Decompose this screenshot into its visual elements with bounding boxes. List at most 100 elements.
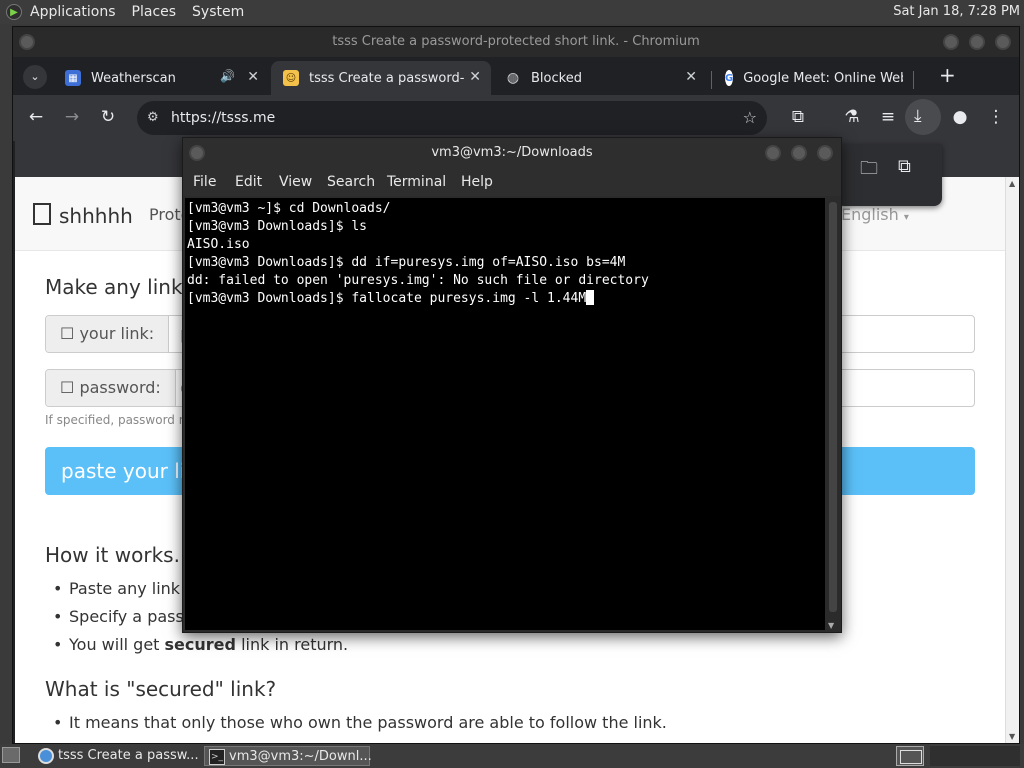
places-menu[interactable]: Places [124, 4, 185, 20]
menu-file[interactable]: File [193, 174, 216, 190]
taskbar-item-terminal[interactable]: >_ vm3@vm3:~/Downl... [204, 746, 372, 766]
media-queue-icon[interactable]: ≡ [877, 107, 899, 127]
tab-search-chevron-icon[interactable]: ⌄ [23, 65, 47, 89]
address-bar[interactable]: ⚙ https://tsss.me ☆ [137, 101, 767, 135]
terminal-close-button[interactable] [817, 145, 833, 161]
how-heading: How it works. [45, 543, 180, 567]
how-item: You will get secured link in return. [53, 635, 348, 654]
browser-toolbar: ← → ↻ ⚙ https://tsss.me ☆ ⧉ ⚗ ≡ ⤓ ● ⋮ [13, 95, 1019, 141]
menu-terminal[interactable]: Terminal [387, 174, 446, 190]
terminal-scroll-thumb[interactable] [829, 202, 837, 612]
terminal-minimize-button[interactable] [765, 145, 781, 161]
how-item-bold: secured [164, 635, 236, 654]
terminal-line: AISO.iso [187, 237, 250, 252]
forward-arrow-icon[interactable]: → [61, 107, 83, 127]
menu-help[interactable]: Help [461, 174, 493, 190]
extensions-puzzle-icon[interactable]: ⧉ [787, 107, 809, 127]
scroll-down-icon[interactable]: ▼ [1009, 732, 1015, 741]
terminal-line: [vm3@vm3 Downloads]$ ls [187, 219, 368, 234]
menu-edit[interactable]: Edit [235, 174, 262, 190]
tab-label: Blocked [531, 70, 582, 86]
terminal-window-menu-button[interactable] [189, 145, 205, 161]
how-item: Paste any link [53, 579, 180, 598]
terminal-line: dd: failed to open 'puresys.img': No suc… [187, 273, 649, 288]
brand-box-icon [33, 203, 51, 225]
taskbar-item-chromium[interactable]: tsss Create a passw... [34, 746, 200, 766]
tab-label: Weatherscan [91, 70, 176, 86]
workspace-area[interactable] [930, 746, 1020, 766]
password-help-text: If specified, password m [45, 413, 191, 427]
new-tab-plus-icon[interactable]: + [939, 63, 956, 87]
tsss-emoji-icon: ☺ [283, 70, 299, 86]
distro-logo-icon[interactable]: ▶ [6, 4, 22, 20]
taskbar-label: vm3@vm3:~/Downl... [229, 749, 372, 764]
tab-label: Google Meet: Online Web [743, 70, 903, 86]
google-g-icon: G [725, 70, 734, 86]
language-dropdown[interactable]: English ▾ [841, 205, 909, 224]
terminal-titlebar[interactable]: vm3@vm3:~/Downloads [183, 138, 841, 168]
tab-close-icon[interactable]: ✕ [685, 69, 697, 85]
labs-flask-icon[interactable]: ⚗ [841, 107, 863, 127]
how-item: Specify a pass [53, 607, 184, 626]
link-addon-label: your link: [79, 324, 155, 343]
profile-avatar-icon[interactable]: ● [949, 107, 971, 127]
link-addon-icon: ☐ [60, 324, 75, 343]
tab-blocked[interactable]: ◍ Blocked ✕ [493, 61, 707, 95]
scroll-up-icon[interactable]: ▲ [1009, 179, 1015, 188]
panel-clock[interactable]: Sat Jan 18, 7:28 PM [893, 0, 1020, 24]
tab-label: tsss Create a password-p [309, 70, 473, 86]
taskbar-label: tsss Create a passw... [58, 748, 199, 763]
tab-close-icon[interactable]: ✕ [465, 69, 481, 85]
terminal-line: [vm3@vm3 Downloads]$ dd if=puresys.img o… [187, 255, 626, 270]
how-item-text: You will get [69, 635, 165, 654]
back-arrow-icon[interactable]: ← [25, 107, 47, 127]
caret-down-icon: ▾ [903, 212, 909, 223]
chromium-icon [38, 748, 54, 764]
terminal-scrollbar[interactable]: ▼ [827, 198, 839, 630]
minimize-button[interactable] [943, 34, 959, 50]
terminal-maximize-button[interactable] [791, 145, 807, 161]
window-titlebar[interactable]: tsss Create a password-protected short l… [13, 27, 1019, 57]
terminal-output[interactable]: [vm3@vm3 ~]$ cd Downloads/ [vm3@vm3 Downl… [185, 198, 825, 630]
download-button[interactable]: ⤓ [905, 99, 941, 135]
weatherscan-icon: ▦ [65, 70, 81, 86]
scroll-down-icon[interactable]: ▼ [828, 621, 834, 630]
page-heading: Make any link a [45, 275, 202, 299]
menu-search[interactable]: Search [327, 174, 375, 190]
terminal-title: vm3@vm3:~/Downloads [431, 145, 593, 160]
site-info-icon[interactable]: ⚙ [147, 101, 159, 135]
applications-menu[interactable]: Applications [22, 4, 124, 20]
bottom-panel: tsss Create a passw... >_ vm3@vm3:~/Down… [0, 744, 1024, 768]
tab-audio-icon[interactable]: 🔊 [220, 69, 235, 83]
terminal-line: [vm3@vm3 ~]$ cd Downloads/ [187, 201, 391, 216]
brand-text: shhhhh [59, 204, 133, 228]
url-text: https://tsss.me [171, 110, 276, 126]
tab-strip: ⌄ ▦ Weatherscan 🔊 ✕ ☺ tsss Create a pass… [13, 57, 1019, 95]
show-desktop-icon[interactable] [2, 747, 20, 763]
tab-weatherscan[interactable]: ▦ Weatherscan 🔊 ✕ [53, 61, 269, 95]
tab-google-meet[interactable]: G Google Meet: Online Web [713, 61, 903, 95]
link-addon: ☐ your link: [46, 316, 170, 352]
bookmark-star-icon[interactable]: ☆ [743, 101, 757, 135]
close-window-button[interactable] [995, 34, 1011, 50]
site-brand[interactable]: shhhhh [33, 203, 133, 228]
terminal-input-line[interactable]: [vm3@vm3 Downloads]$ fallocate puresys.i… [187, 290, 823, 308]
password-addon-label: password: [79, 378, 161, 397]
page-scrollbar[interactable]: ▲ ▼ [1005, 177, 1019, 743]
secured-heading: What is "secured" link? [45, 677, 277, 701]
tab-separator [711, 71, 712, 89]
tab-tsss[interactable]: ☺ tsss Create a password-p ✕ [271, 61, 491, 95]
tab-close-icon[interactable]: ✕ [247, 69, 259, 85]
kebab-menu-icon[interactable]: ⋮ [985, 107, 1007, 127]
system-menu[interactable]: System [184, 4, 252, 20]
maximize-button[interactable] [969, 34, 985, 50]
reload-icon[interactable]: ↻ [97, 107, 119, 127]
tab-separator [913, 71, 914, 89]
window-menu-button[interactable] [19, 34, 35, 50]
open-external-icon[interactable]: ⧉ [898, 156, 911, 177]
terminal-line: [vm3@vm3 Downloads]$ fallocate puresys.i… [187, 291, 587, 306]
menu-view[interactable]: View [279, 174, 312, 190]
folder-icon[interactable]: 🗀 [860, 156, 878, 186]
password-addon: ☐ password: [46, 370, 176, 406]
workspace-switcher-icon[interactable] [896, 746, 924, 766]
